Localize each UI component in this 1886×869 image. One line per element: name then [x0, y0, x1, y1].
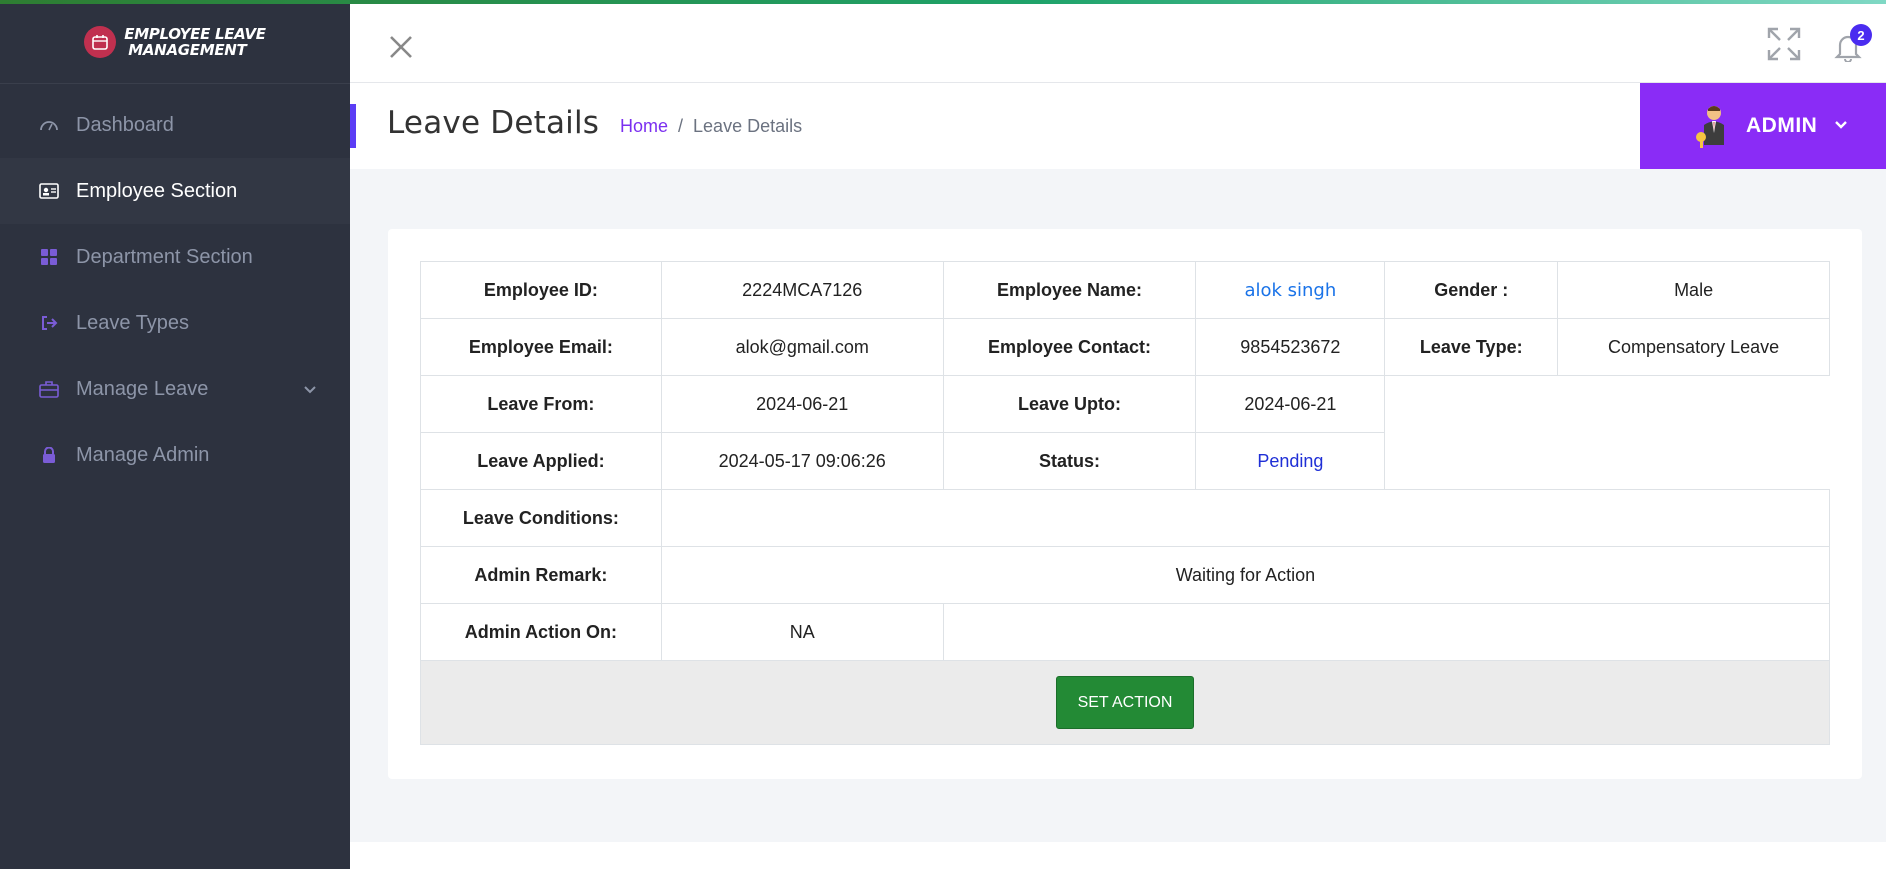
- table-row: Admin Action On: NA: [420, 603, 1831, 661]
- gender-value: Male: [1557, 261, 1830, 319]
- grid-icon: [38, 246, 60, 268]
- contact-value: 9854523672: [1195, 318, 1386, 376]
- dashboard-gauge-icon: [38, 114, 60, 136]
- footer-area: [350, 842, 1886, 869]
- chevron-down-icon[interactable]: [302, 380, 318, 403]
- sidebar-item-label: Department Section: [76, 245, 253, 268]
- table-row: Employee Email: alok@gmail.com Employee …: [420, 318, 1830, 376]
- notifications-button[interactable]: 2: [1828, 24, 1872, 64]
- fullscreen-icon[interactable]: [1766, 26, 1802, 62]
- leave-from-label: Leave From:: [420, 375, 662, 433]
- gender-label: Gender :: [1384, 261, 1559, 319]
- sidebar-nav: Dashboard Employee Section Department Se…: [0, 84, 350, 488]
- leave-applied-label: Leave Applied:: [420, 432, 662, 490]
- status-badge: Pending: [1257, 450, 1324, 471]
- breadcrumb-home-link[interactable]: Home: [620, 116, 668, 137]
- status-cell: Pending: [1195, 432, 1386, 490]
- sidebar-item-label: Dashboard: [76, 113, 174, 136]
- top-accent-stripe: [0, 0, 1886, 4]
- employee-name-label: Employee Name:: [942, 261, 1197, 319]
- breadcrumb-separator: /: [678, 116, 684, 136]
- status-label: Status:: [942, 432, 1197, 490]
- action-cell: SET ACTION: [420, 660, 1830, 745]
- sidebar-item-employee-section[interactable]: Employee Section: [0, 158, 350, 224]
- set-action-button[interactable]: SET ACTION: [1056, 676, 1194, 729]
- employee-name-link[interactable]: alok singh: [1244, 280, 1336, 301]
- sidebar-item-dashboard[interactable]: Dashboard: [0, 92, 350, 158]
- leave-type-value: Compensatory Leave: [1557, 318, 1830, 376]
- app-logo[interactable]: Employee Leave Management: [0, 0, 350, 84]
- chevron-down-icon: [1833, 116, 1849, 137]
- leave-upto-value: 2024-06-21: [1195, 375, 1386, 433]
- breadcrumb-current: Leave Details: [693, 116, 803, 136]
- notification-count-badge: 2: [1850, 24, 1872, 46]
- sidebar-item-label: Manage Leave: [76, 377, 209, 400]
- sidebar-item-department-section[interactable]: Department Section: [0, 224, 350, 290]
- employee-name-cell: alok singh: [1195, 261, 1386, 319]
- admin-remark-value: Waiting for Action: [660, 546, 1831, 604]
- sidebar-item-manage-leave[interactable]: Manage Leave: [0, 356, 350, 422]
- sidebar-item-label: Employee Section: [76, 179, 238, 202]
- sidebar-item-label: Manage Admin: [76, 443, 210, 466]
- sign-out-icon: [38, 312, 60, 334]
- id-card-icon: [38, 180, 60, 202]
- admin-remark-label: Admin Remark:: [420, 546, 662, 604]
- action-row: SET ACTION: [420, 660, 1830, 745]
- sidebar: Employee Leave Management Dashboard Empl…: [0, 0, 350, 869]
- admin-action-on-value: NA: [660, 603, 944, 661]
- leave-upto-label: Leave Upto:: [942, 375, 1197, 433]
- app-name: Employee Leave Management: [124, 24, 266, 59]
- user-name-label: ADMIN: [1746, 114, 1818, 137]
- close-icon[interactable]: [386, 32, 416, 62]
- admin-action-on-label: Admin Action On:: [420, 603, 662, 661]
- employee-id-label: Employee ID:: [420, 261, 662, 319]
- leave-details-table: Employee ID: 2224MCA7126 Employee Name: …: [420, 261, 1831, 745]
- app-name-line1: Employee Leave: [124, 24, 266, 43]
- leave-applied-value: 2024-05-17 09:06:26: [660, 432, 944, 490]
- lock-icon: [38, 444, 60, 466]
- top-header: 2: [350, 4, 1886, 83]
- table-row: Leave Conditions:: [420, 489, 1831, 547]
- sidebar-item-leave-types[interactable]: Leave Types: [0, 290, 350, 356]
- app-name-line2: Management: [128, 40, 247, 59]
- leave-conditions-label: Leave Conditions:: [420, 489, 662, 547]
- title-accent-bar: [350, 104, 356, 148]
- email-label: Employee Email:: [420, 318, 662, 376]
- calendar-icon: [84, 25, 117, 58]
- sidebar-item-manage-admin[interactable]: Manage Admin: [0, 422, 350, 488]
- sidebar-item-label: Leave Types: [76, 311, 190, 334]
- leave-details-card: Employee ID: 2224MCA7126 Employee Name: …: [388, 229, 1862, 779]
- leave-conditions-value: [660, 489, 1831, 547]
- contact-label: Employee Contact:: [942, 318, 1197, 376]
- table-row: Leave From: 2024-06-21 Leave Upto: 2024-…: [420, 375, 1830, 490]
- avatar: [1692, 103, 1730, 149]
- table-row: Employee ID: 2224MCA7126 Employee Name: …: [420, 261, 1830, 319]
- breadcrumb: Home / Leave Details: [620, 116, 802, 137]
- page-title-bar: Leave Details Home / Leave Details ADMIN: [350, 83, 1886, 169]
- briefcase-icon: [38, 378, 60, 400]
- page-title: Leave Details: [387, 105, 600, 141]
- email-value: alok@gmail.com: [660, 318, 944, 376]
- leave-type-label: Leave Type:: [1384, 318, 1559, 376]
- table-row: Admin Remark: Waiting for Action: [420, 546, 1831, 604]
- empty-cell: [942, 603, 1831, 661]
- leave-from-value: 2024-06-21: [660, 375, 944, 433]
- employee-id-value: 2224MCA7126: [660, 261, 944, 319]
- empty-cell: [1384, 375, 1830, 490]
- user-menu-button[interactable]: ADMIN: [1640, 83, 1886, 169]
